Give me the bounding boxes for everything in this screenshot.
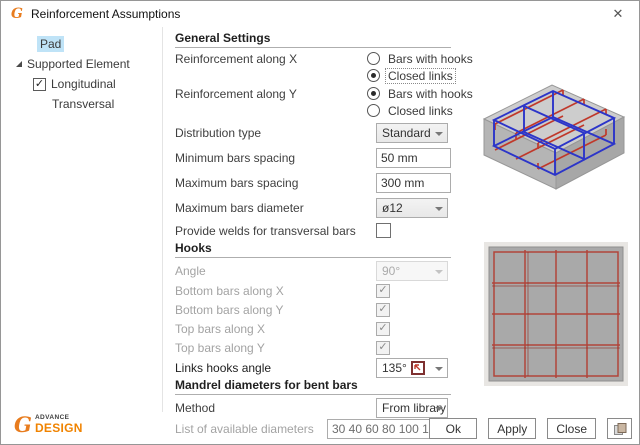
row-bottom-bars-x: Bottom bars along X ✓ xyxy=(175,281,451,300)
row-distribution-type: Distribution type Standard xyxy=(175,120,451,145)
tree-item-pad[interactable]: Pad xyxy=(37,34,162,54)
top-bars-x-label: Top bars along X xyxy=(175,322,376,336)
close-window-button[interactable]: ✕ xyxy=(603,3,633,25)
provide-welds-checkbox[interactable] xyxy=(376,223,391,238)
radio-icon[interactable] xyxy=(367,52,380,65)
settings-form: General Settings Reinforcement along X B… xyxy=(164,27,461,444)
distribution-type-select[interactable]: Standard xyxy=(376,123,448,143)
row-bottom-bars-y: Bottom bars along Y ✓ xyxy=(175,300,451,319)
assumptions-tree: Pad Supported Element ✓ Longitudinal Tra… xyxy=(1,27,163,412)
row-reinforcement-y: Reinforcement along Y Bars with hooks Cl… xyxy=(175,85,451,120)
hooks-angle-value: 90° xyxy=(382,264,400,278)
reinforcement-x-label: Reinforcement along X xyxy=(175,50,367,66)
pad-3d-preview-image xyxy=(478,65,634,201)
radio-y-bars-with-hooks[interactable]: Bars with hooks xyxy=(367,85,476,102)
section-hooks: Hooks xyxy=(175,241,451,258)
min-bars-spacing-input[interactable] xyxy=(376,148,451,168)
row-method: Method From library xyxy=(175,397,451,418)
row-top-bars-y: Top bars along Y ✓ xyxy=(175,338,451,357)
row-reinforcement-x: Reinforcement along X Bars with hooks Cl… xyxy=(175,50,451,85)
radio-icon[interactable] xyxy=(367,104,380,117)
tree-item-longitudinal-label: Longitudinal xyxy=(51,77,116,91)
min-bars-spacing-label: Minimum bars spacing xyxy=(175,151,376,165)
graitec-g-icon: G xyxy=(14,412,32,437)
app-logo-icon: G xyxy=(9,6,25,22)
links-hooks-angle-select[interactable]: 135° xyxy=(376,358,448,378)
apply-button[interactable]: Apply xyxy=(488,418,536,439)
longitudinal-checkbox[interactable]: ✓ xyxy=(33,78,46,91)
tree-item-longitudinal[interactable]: ✓ Longitudinal xyxy=(33,74,162,94)
max-bars-diameter-select[interactable]: ø12 xyxy=(376,198,448,218)
hooks-angle-select: 90° xyxy=(376,261,448,281)
tree-item-supported-element-label: Supported Element xyxy=(27,57,130,71)
tree-expander-icon[interactable] xyxy=(16,61,22,67)
ok-button[interactable]: Ok xyxy=(429,418,477,439)
radio-y-closed-links-label: Closed links xyxy=(385,103,456,119)
chevron-down-icon xyxy=(435,207,443,211)
provide-welds-label: Provide welds for transversal bars xyxy=(175,224,376,238)
reinforcement-assumptions-dialog: G Reinforcement Assumptions ✕ Pad Suppor… xyxy=(0,0,640,445)
copy-settings-button[interactable] xyxy=(607,418,632,439)
radio-icon[interactable] xyxy=(367,87,380,100)
diameters-label: List of available diameters xyxy=(175,422,327,436)
method-select[interactable]: From library xyxy=(376,398,448,418)
tree-item-supported-element[interactable]: Supported Element xyxy=(16,54,162,74)
tree-item-transversal[interactable]: Transversal xyxy=(52,94,162,114)
links-hooks-angle-value: 135° xyxy=(382,361,407,375)
radio-x-bars-with-hooks[interactable]: Bars with hooks xyxy=(367,50,476,67)
chevron-down-icon xyxy=(435,270,443,274)
radio-x-bars-with-hooks-label: Bars with hooks xyxy=(385,51,476,67)
top-bars-y-label: Top bars along Y xyxy=(175,341,376,355)
max-bars-diameter-label: Maximum bars diameter xyxy=(175,201,376,215)
title-bar: G Reinforcement Assumptions ✕ xyxy=(1,1,639,27)
chevron-down-icon xyxy=(435,132,443,136)
bottom-bars-x-checkbox: ✓ xyxy=(376,284,390,298)
tree-item-transversal-label: Transversal xyxy=(52,97,114,111)
radio-x-closed-links[interactable]: Closed links xyxy=(367,67,456,84)
reinforcement-y-label: Reinforcement along Y xyxy=(175,85,367,101)
radio-y-bars-with-hooks-label: Bars with hooks xyxy=(385,86,476,102)
distribution-type-value: Standard xyxy=(382,126,431,140)
method-label: Method xyxy=(175,401,376,415)
close-button[interactable]: Close xyxy=(547,418,596,439)
row-max-bars-spacing: Maximum bars spacing xyxy=(175,170,451,195)
radio-icon[interactable] xyxy=(367,69,380,82)
row-hooks-angle: Angle 90° xyxy=(175,260,451,281)
row-provide-welds: Provide welds for transversal bars xyxy=(175,220,451,241)
max-bars-diameter-value: ø12 xyxy=(382,201,403,215)
top-bars-y-checkbox: ✓ xyxy=(376,341,390,355)
bottom-bars-y-checkbox: ✓ xyxy=(376,303,390,317)
link-hook-135-icon xyxy=(411,361,425,375)
radio-x-closed-links-label: Closed links xyxy=(385,68,456,84)
top-bars-x-checkbox: ✓ xyxy=(376,322,390,336)
pad-2d-grid-preview-image xyxy=(484,242,628,386)
distribution-type-label: Distribution type xyxy=(175,126,376,140)
clipboard-icon xyxy=(613,422,627,436)
bottom-bars-y-label: Bottom bars along Y xyxy=(175,303,376,317)
row-diameters: List of available diameters xyxy=(175,418,451,439)
section-general-settings: General Settings xyxy=(175,31,451,48)
chevron-down-icon xyxy=(435,367,443,371)
max-bars-spacing-input[interactable] xyxy=(376,173,451,193)
bottom-bars-x-label: Bottom bars along X xyxy=(175,284,376,298)
max-bars-spacing-label: Maximum bars spacing xyxy=(175,176,376,190)
row-links-hooks-angle: Links hooks angle 135° xyxy=(175,357,451,378)
hooks-angle-label: Angle xyxy=(175,264,376,278)
advance-design-logo: G ADVANCE DESIGN xyxy=(14,412,83,437)
row-min-bars-spacing: Minimum bars spacing xyxy=(175,145,451,170)
tree-item-pad-label: Pad xyxy=(37,36,64,52)
dialog-buttons: Ok Apply Close xyxy=(429,418,632,439)
window-title: Reinforcement Assumptions xyxy=(31,7,180,21)
links-hooks-angle-label: Links hooks angle xyxy=(175,361,376,375)
radio-y-closed-links[interactable]: Closed links xyxy=(367,102,456,119)
logo-design-text: DESIGN xyxy=(35,422,83,434)
section-mandrel: Mandrel diameters for bent bars xyxy=(175,378,451,395)
chevron-down-icon xyxy=(435,407,443,411)
row-top-bars-x: Top bars along X ✓ xyxy=(175,319,451,338)
row-max-bars-diameter: Maximum bars diameter ø12 xyxy=(175,195,451,220)
